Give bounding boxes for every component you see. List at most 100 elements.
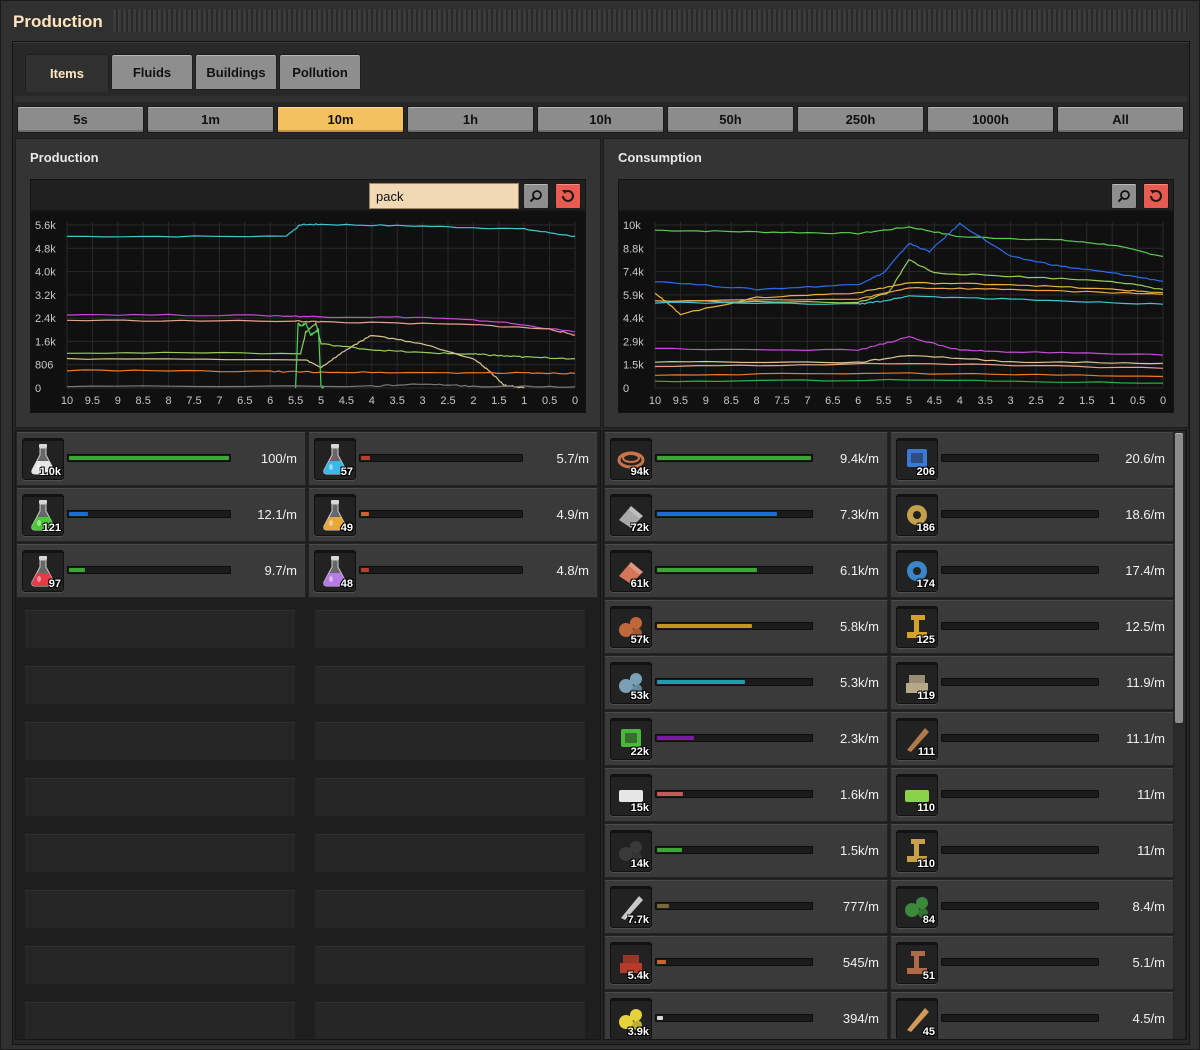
y-tick-label: 5.9k [623, 290, 644, 302]
x-tick-label: 4.5 [927, 395, 942, 407]
x-tick-label: 3 [1008, 395, 1014, 407]
list-item[interactable]: 110 11/m [890, 767, 1174, 822]
tab-buildings[interactable]: Buildings [195, 54, 277, 90]
list-item[interactable]: 61k 6.1k/m [604, 543, 888, 598]
x-tick-label: 6.5 [825, 395, 840, 407]
title-bar[interactable]: Production [1, 1, 1199, 41]
consumption-reset-button[interactable] [1143, 183, 1169, 209]
rate-bar-fill [361, 456, 370, 460]
time-range-1h[interactable]: 1h [407, 106, 534, 133]
list-item[interactable]: 121 12.1/m [16, 487, 306, 542]
item-slot: 7.7k [610, 886, 652, 928]
list-item[interactable]: 1.0k 100/m [16, 431, 306, 486]
list-item[interactable]: 97 9.7/m [16, 543, 306, 598]
item-slot: 49 [314, 494, 356, 536]
time-range-1000h[interactable]: 1000h [927, 106, 1054, 133]
x-tick-label: 8.5 [724, 395, 739, 407]
list-item[interactable]: 57k 5.8k/m [604, 599, 888, 654]
item-count: 111 [917, 746, 935, 758]
item-rate: 5.3k/m [839, 675, 879, 690]
production-chart: 10 9.5 9 8.5 8 7.5 7 6.5 6 5.5 5 4.5 4 3.5 3 2.5 2 1.5 1 0.… [30, 211, 586, 413]
list-item[interactable]: 15k 1.6k/m [604, 767, 888, 822]
list-item[interactable]: 94k 9.4k/m [604, 431, 888, 486]
x-tick-label: 0.5 [542, 395, 557, 407]
item-slot: 15k [610, 774, 652, 816]
item-count: 186 [916, 522, 935, 534]
series-line [295, 322, 325, 390]
item-slot: 186 [896, 494, 938, 536]
list-item[interactable]: 48 4.8/m [308, 543, 598, 598]
x-tick-label: 9 [703, 395, 709, 407]
x-tick-label: 9.5 [673, 395, 688, 407]
time-range-50h[interactable]: 50h [667, 106, 794, 133]
list-item[interactable]: 119 11.9/m [890, 655, 1174, 710]
item-slot: 111 [896, 718, 938, 760]
time-range-all[interactable]: All [1057, 106, 1184, 133]
x-tick-label: 7.5 [774, 395, 789, 407]
drag-handle[interactable] [113, 9, 1189, 32]
production-reset-button[interactable] [555, 183, 581, 209]
consumption-item-list[interactable]: 94k 9.4k/m 206 20.6/m 72k 7.3k/m 186 18.6/m 61k 6… [603, 430, 1187, 1040]
list-item[interactable]: 186 18.6/m [890, 487, 1174, 542]
list-item[interactable]: 22k 2.3k/m [604, 711, 888, 766]
consumption-title: Consumption [618, 150, 702, 165]
time-range-1m[interactable]: 1m [147, 106, 274, 133]
x-tick-label: 8 [166, 395, 172, 407]
consumption-scrollbar-thumb[interactable] [1175, 433, 1183, 723]
rate-bar [359, 454, 523, 462]
list-item[interactable]: 110 11/m [890, 823, 1174, 878]
list-item[interactable]: 53k 5.3k/m [604, 655, 888, 710]
y-tick-label: 2.9k [623, 336, 644, 348]
item-count: 1.0k [39, 466, 61, 478]
consumption-scroll-track[interactable] [1174, 431, 1185, 1039]
list-item[interactable]: 7.7k 777/m [604, 879, 888, 934]
time-range-250h[interactable]: 250h [797, 106, 924, 133]
list-item[interactable]: 57 5.7/m [308, 431, 598, 486]
tab-pollution[interactable]: Pollution [279, 54, 361, 90]
x-tick-label: 4 [957, 395, 963, 407]
list-item[interactable]: 45 4.5/m [890, 991, 1174, 1039]
tab-items[interactable]: Items [25, 54, 109, 92]
list-item[interactable]: 14k 1.5k/m [604, 823, 888, 878]
list-item[interactable]: 111 11.1/m [890, 711, 1174, 766]
list-item[interactable]: 51 5.1/m [890, 935, 1174, 990]
item-slot: 14k [610, 830, 652, 872]
item-rate: 5.8k/m [839, 619, 879, 634]
production-search-input[interactable] [369, 183, 519, 209]
y-tick-label: 8.8k [623, 243, 644, 255]
list-item[interactable]: 174 17.4/m [890, 543, 1174, 598]
rate-bar [941, 846, 1099, 854]
rate-bar-fill [657, 848, 682, 852]
time-range-selector: 5s 1m 10m 1h 10h 50h 250h 1000h All [17, 106, 1185, 134]
tab-fluids[interactable]: Fluids [111, 54, 193, 90]
x-tick-label: 5.5 [876, 395, 891, 407]
consumption-panel: Consumption 10 9.5 9 8.5 8 7.5 7 6.5 6 5.5 5 4.5 4 3 [603, 138, 1189, 428]
x-tick-label: 6 [267, 395, 273, 407]
empty-slot [314, 609, 586, 649]
list-item[interactable]: 5.4k 545/m [604, 935, 888, 990]
time-range-10m[interactable]: 10m [277, 106, 404, 133]
rate-bar-fill [69, 456, 229, 460]
list-item[interactable]: 72k 7.3k/m [604, 487, 888, 542]
y-tick-label: 7.4k [623, 267, 644, 279]
reset-icon [562, 190, 574, 202]
search-icon [1117, 190, 1130, 203]
x-tick-label: 1.5 [1079, 395, 1094, 407]
time-range-10h[interactable]: 10h [537, 106, 664, 133]
category-tabs: Items Fluids Buildings Pollution [15, 44, 1187, 96]
x-tick-label: 0.5 [1130, 395, 1145, 407]
rate-bar [67, 566, 231, 574]
list-item[interactable]: 3.9k 394/m [604, 991, 888, 1039]
time-range-5s[interactable]: 5s [17, 106, 144, 133]
production-item-list[interactable]: 1.0k 100/m 57 5.7/m 121 12.1/m 49 4.9/m 97 9.7/m 4… [15, 430, 601, 1040]
item-count: 49 [340, 522, 353, 534]
rate-bar [67, 454, 231, 462]
list-item[interactable]: 84 8.4/m [890, 879, 1174, 934]
item-rate: 8.4/m [1132, 899, 1165, 914]
list-item[interactable]: 206 20.6/m [890, 431, 1174, 486]
list-item[interactable]: 49 4.9/m [308, 487, 598, 542]
production-search-button[interactable] [523, 183, 549, 209]
consumption-search-button[interactable] [1111, 183, 1137, 209]
item-count: 48 [340, 578, 353, 590]
list-item[interactable]: 125 12.5/m [890, 599, 1174, 654]
